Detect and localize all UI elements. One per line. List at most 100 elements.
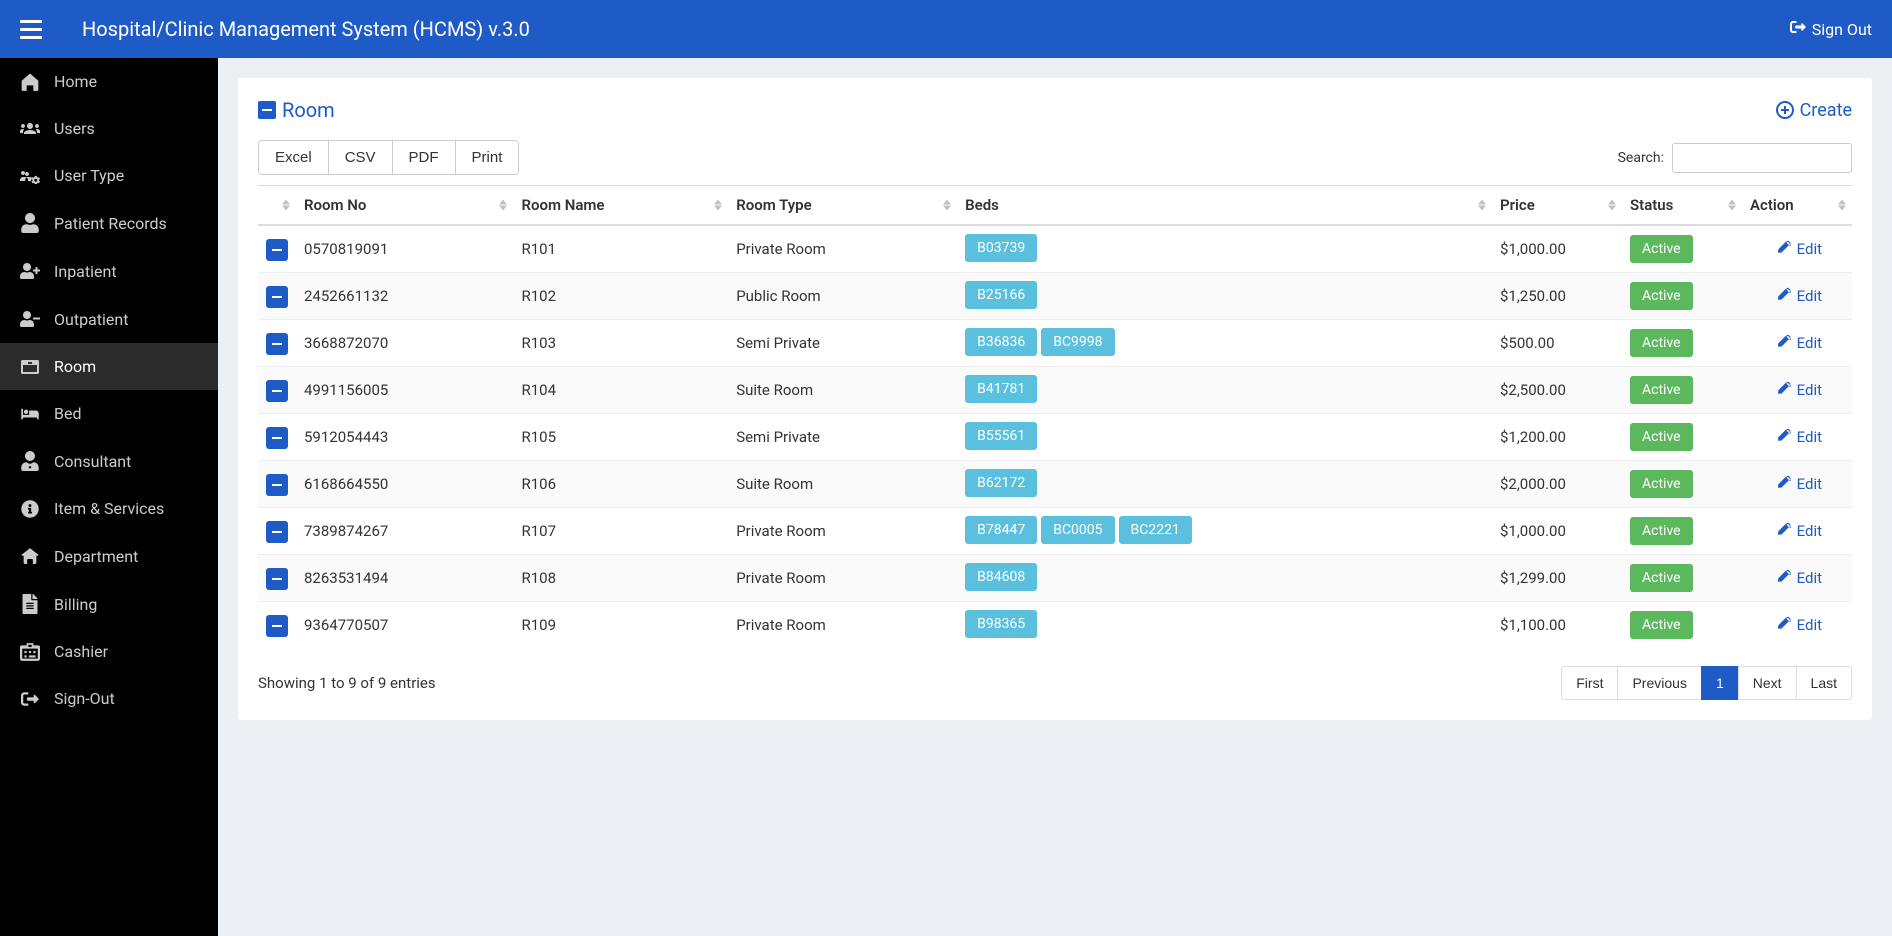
status-badge: Active xyxy=(1630,329,1693,357)
export-print-button[interactable]: Print xyxy=(456,141,519,174)
cell-price: $1,000.00 xyxy=(1492,508,1622,555)
home-icon xyxy=(18,73,42,91)
menu-toggle-button[interactable] xyxy=(20,20,42,39)
bed-badge[interactable]: B25166 xyxy=(965,281,1037,309)
cell-status: Active xyxy=(1622,367,1742,414)
page-last[interactable]: Last xyxy=(1796,666,1852,700)
row-collapse-button[interactable] xyxy=(266,568,288,590)
sort-icon xyxy=(282,200,290,211)
sidebar-item-department[interactable]: Department xyxy=(0,532,218,580)
sidebar-item-label: User Type xyxy=(54,166,124,185)
cell-room-name: R108 xyxy=(513,555,728,602)
column-action[interactable]: Action xyxy=(1742,186,1852,226)
page-1[interactable]: 1 xyxy=(1701,666,1739,700)
cell-status: Active xyxy=(1622,461,1742,508)
bed-badge[interactable]: B03739 xyxy=(965,234,1037,262)
column-room-name[interactable]: Room Name xyxy=(513,186,728,226)
sidebar-item-patient-records[interactable]: Patient Records xyxy=(0,199,218,247)
bed-badge[interactable]: B41781 xyxy=(965,375,1037,403)
row-collapse-button[interactable] xyxy=(266,333,288,355)
bed-badge[interactable]: B78447 xyxy=(965,516,1037,544)
sidebar-item-item-services[interactable]: Item & Services xyxy=(0,485,218,532)
bed-badge[interactable]: B36836 xyxy=(965,328,1037,356)
sidebar-item-inpatient[interactable]: Inpatient xyxy=(0,247,218,295)
sidebar-item-home[interactable]: Home xyxy=(0,58,218,105)
column-room-no[interactable]: Room No xyxy=(296,186,513,226)
cell-room-no: 0570819091 xyxy=(296,225,513,273)
rooms-table: Room NoRoom NameRoom TypeBedsPriceStatus… xyxy=(258,185,1852,648)
cell-price: $500.00 xyxy=(1492,320,1622,367)
sidebar-item-cashier[interactable]: Cashier xyxy=(0,628,218,675)
edit-button[interactable]: Edit xyxy=(1778,616,1822,634)
table-row: 2452661132R102Public RoomB25166$1,250.00… xyxy=(258,273,1852,320)
pagination: FirstPrevious1NextLast xyxy=(1561,666,1852,700)
column-status[interactable]: Status xyxy=(1622,186,1742,226)
search-input[interactable] xyxy=(1672,143,1852,173)
edit-button[interactable]: Edit xyxy=(1778,334,1822,352)
cell-beds: B84608 xyxy=(957,555,1492,602)
sidebar-item-user-type[interactable]: User Type xyxy=(0,152,218,199)
sidebar-item-label: Room xyxy=(54,357,96,376)
table-row: 0570819091R101Private RoomB03739$1,000.0… xyxy=(258,225,1852,273)
page-first[interactable]: First xyxy=(1561,666,1618,700)
app-title: Hospital/Clinic Management System (HCMS)… xyxy=(82,17,530,41)
cell-room-no: 2452661132 xyxy=(296,273,513,320)
sidebar-item-users[interactable]: Users xyxy=(0,105,218,152)
page-next[interactable]: Next xyxy=(1738,666,1797,700)
edit-icon xyxy=(1778,240,1792,258)
cell-beds: B03739 xyxy=(957,225,1492,273)
sidebar-item-room[interactable]: Room xyxy=(0,343,218,390)
cell-room-name: R104 xyxy=(513,367,728,414)
row-collapse-button[interactable] xyxy=(266,615,288,637)
bed-badge[interactable]: BC9998 xyxy=(1041,328,1114,356)
row-collapse-button[interactable] xyxy=(266,474,288,496)
signout-link[interactable]: Sign Out xyxy=(1790,19,1872,39)
sidebar-item-bed[interactable]: Bed xyxy=(0,390,218,437)
bed-badge[interactable]: B84608 xyxy=(965,563,1037,591)
column-beds[interactable]: Beds xyxy=(957,186,1492,226)
edit-button[interactable]: Edit xyxy=(1778,475,1822,493)
table-row: 8263531494R108Private RoomB84608$1,299.0… xyxy=(258,555,1852,602)
sidebar-item-billing[interactable]: Billing xyxy=(0,580,218,628)
collapse-section-icon[interactable] xyxy=(258,101,276,119)
row-collapse-button[interactable] xyxy=(266,380,288,402)
outpatient-icon xyxy=(18,309,42,329)
edit-icon xyxy=(1778,381,1792,399)
row-collapse-button[interactable] xyxy=(266,521,288,543)
bed-badge[interactable]: B62172 xyxy=(965,469,1037,497)
table-info: Showing 1 to 9 of 9 entries xyxy=(258,674,436,692)
edit-button[interactable]: Edit xyxy=(1778,381,1822,399)
export-excel-button[interactable]: Excel xyxy=(259,141,329,174)
sidebar-item-consultant[interactable]: Consultant xyxy=(0,437,218,485)
column-expand[interactable] xyxy=(258,186,296,226)
page-previous[interactable]: Previous xyxy=(1617,666,1701,700)
row-collapse-button[interactable] xyxy=(266,239,288,261)
bed-badge[interactable]: B98365 xyxy=(965,610,1037,638)
create-button[interactable]: Create xyxy=(1776,100,1852,121)
cell-room-name: R109 xyxy=(513,602,728,649)
bed-badge[interactable]: BC0005 xyxy=(1041,516,1114,544)
edit-button[interactable]: Edit xyxy=(1778,428,1822,446)
sidebar-item-sign-out[interactable]: Sign-Out xyxy=(0,675,218,722)
column-price[interactable]: Price xyxy=(1492,186,1622,226)
bed-badge[interactable]: BC2221 xyxy=(1119,516,1192,544)
cell-room-type: Suite Room xyxy=(728,367,957,414)
cell-action: Edit xyxy=(1742,273,1852,320)
bed-badge[interactable]: B55561 xyxy=(965,422,1037,450)
edit-button[interactable]: Edit xyxy=(1778,287,1822,305)
column-room-type[interactable]: Room Type xyxy=(728,186,957,226)
sort-icon xyxy=(1608,200,1616,211)
sidebar-item-outpatient[interactable]: Outpatient xyxy=(0,295,218,343)
sidebar-item-label: Users xyxy=(54,119,95,138)
edit-button[interactable]: Edit xyxy=(1778,522,1822,540)
row-collapse-button[interactable] xyxy=(266,286,288,308)
row-collapse-button[interactable] xyxy=(266,427,288,449)
edit-button[interactable]: Edit xyxy=(1778,240,1822,258)
sidebar-item-label: Bed xyxy=(54,404,81,423)
export-pdf-button[interactable]: PDF xyxy=(393,141,456,174)
sidebar-item-label: Item & Services xyxy=(54,499,164,518)
billing-icon xyxy=(18,594,42,614)
export-csv-button[interactable]: CSV xyxy=(329,141,393,174)
cell-price: $1,299.00 xyxy=(1492,555,1622,602)
edit-button[interactable]: Edit xyxy=(1778,569,1822,587)
